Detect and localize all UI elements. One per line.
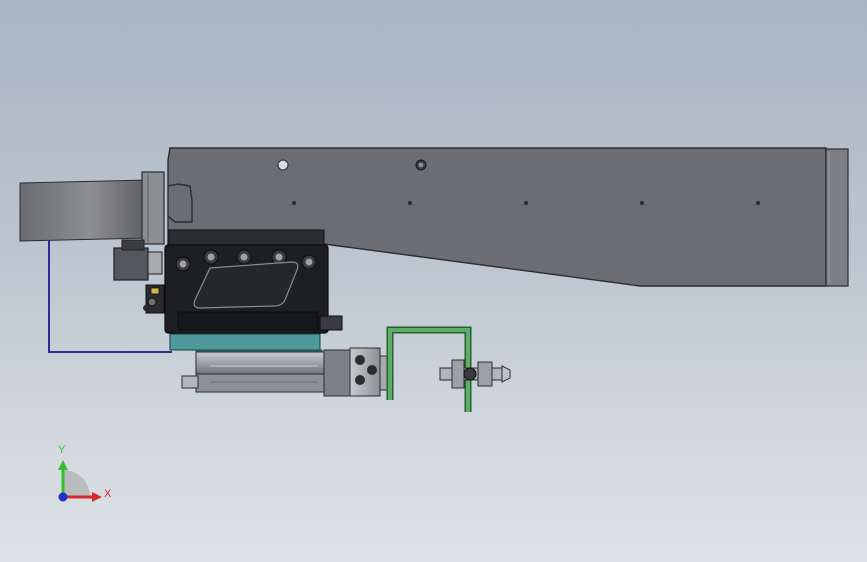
support-bracket[interactable]	[141, 171, 165, 245]
x-axis-label: X	[104, 488, 112, 500]
tape-reel[interactable]	[19, 179, 149, 242]
y-axis-arrowhead	[58, 460, 68, 470]
rod-end-fitting[interactable]	[439, 359, 511, 389]
rivet-hole	[524, 201, 528, 205]
cad-model-view[interactable]	[0, 0, 867, 562]
fitting-cluster[interactable]	[143, 284, 165, 314]
inspection-window	[193, 261, 299, 309]
sensor-unit[interactable]	[113, 239, 163, 281]
mounting-hole	[277, 159, 289, 171]
rivet-hole	[640, 201, 644, 205]
cad-viewport[interactable]: Y X	[0, 0, 867, 562]
x-axis-arrowhead	[92, 492, 102, 502]
pneumatic-cylinder[interactable]	[181, 347, 391, 397]
z-axis-point	[58, 492, 68, 502]
rivet-hole	[408, 201, 412, 205]
rivet-hole	[756, 201, 760, 205]
coordinate-triad	[58, 460, 102, 502]
rivet-hole	[292, 201, 296, 205]
teal-base-plate[interactable]	[169, 333, 321, 351]
feeder-body[interactable]	[164, 229, 343, 334]
triad-arc-shade	[63, 470, 90, 497]
y-axis-label: Y	[58, 444, 66, 456]
